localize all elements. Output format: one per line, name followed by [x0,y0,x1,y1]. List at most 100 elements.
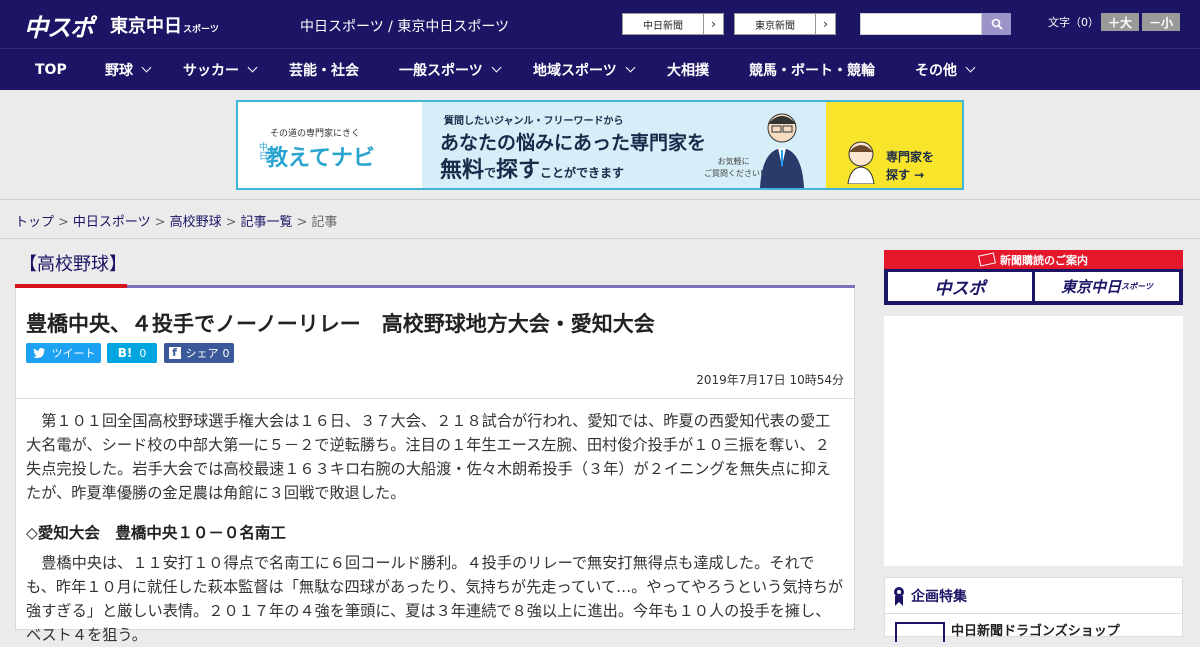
article-date: 2019年7月17日 10時54分 [696,373,844,387]
article-paragraph: 豊橋中央は、１１安打１０得点で名南工に６回コールド勝利。４投手のリレーで無安打無… [26,554,844,644]
breadcrumb-chunichi-sports[interactable]: 中日スポーツ [73,215,151,230]
breadcrumb: トップ > 中日スポーツ > 高校野球 > 記事一覧 > 記事 [15,211,337,230]
nav-item-local-sports[interactable]: 地域スポーツ [533,49,636,90]
chevron-down-icon [491,62,502,73]
font-bigger-button[interactable]: ＋大 [1101,13,1139,31]
nav-item-label: 地域スポーツ [533,62,617,79]
tokyo-tile-label: 東京中日 [1061,278,1122,296]
hatena-bookmark-button[interactable]: B! 0 [107,343,157,363]
sidebar-ad-slot [884,316,1183,566]
breadcrumb-separator: > [58,215,69,230]
breadcrumb-separator: > [225,215,237,230]
chuspo-logo[interactable]: 中スポ [24,8,94,43]
asking-person-illustration [847,141,875,184]
chevron-down-icon [965,62,976,73]
twitter-bird-icon [32,348,45,359]
nav-item-entertainment[interactable]: 芸能・社会 [289,49,359,90]
nav-item-sumo[interactable]: 大相撲 [667,49,709,90]
nav-item-label: 芸能・社会 [289,62,359,79]
banner-line3: 無料で探すことができます [440,152,624,184]
hatena-count: 0 [139,346,147,360]
search-button[interactable] [982,13,1011,35]
breadcrumb-top[interactable]: トップ [15,215,54,230]
nav-item-label: 一般スポーツ [399,62,483,79]
banner-search: 探す [496,158,541,183]
nav-item-baseball[interactable]: 野球 [105,49,152,90]
banner-cta: 専門家を 探す → [886,148,934,184]
nav-item-soccer[interactable]: サッカー [183,49,258,90]
banner-tagline: その道の専門家にきく [270,129,361,139]
font-smaller-button[interactable]: －小 [1142,13,1180,31]
banner-de: で [484,166,497,180]
oshiete-navi-banner[interactable]: その道の専門家にきく 中日 教えてナビ 質問したいジャンル・フリーワードから あ… [236,100,964,190]
facebook-share-label: シェア [185,347,219,360]
nav-item-other[interactable]: その他 [915,49,976,90]
banner-can: ことができます [540,166,625,180]
article-category[interactable]: 【高校野球】 [19,250,127,276]
nav-item-label: 大相撲 [667,62,709,79]
breadcrumb-article-list[interactable]: 記事一覧 [241,215,293,230]
chuspo-subscribe-tile[interactable]: 中スポ [888,272,1032,301]
nav-item-label: その他 [915,62,957,79]
expert-illustration [760,113,804,188]
banner-copy-panel: 質問したいジャンル・フリーワードから あなたの悩みにあった専門家を 無料で探すこ… [422,102,826,188]
banner-line1: 質問したいジャンル・フリーワードから [444,116,624,127]
banner-cta-line1: 専門家を [886,150,935,164]
newspaper-icon [978,252,996,267]
tweet-label: ツイート [51,347,96,360]
article-headline: 豊橋中央、４投手でノーノーリレー 高校野球地方大会・愛知大会 [26,312,655,336]
nav-item-label: TOP [35,61,67,78]
chevron-down-icon [247,62,258,73]
banner-cta-panel[interactable]: 専門家を 探す → [826,102,962,188]
nav-item-label: 野球 [105,62,133,79]
top-header: 中スポ 東京中日スポーツ 中日スポーツ / 東京中日スポーツ 中日新聞 › 東京… [0,0,1200,48]
tokyo-chunichi-subscribe-tile[interactable]: 東京中日 スポーツ [1035,272,1179,301]
article-subheading: ◇愛知大会 豊橋中央１０－０名南工 [26,524,286,542]
banner-logo-panel: その道の専門家にきく 中日 教えてナビ [238,102,422,188]
nav-item-general-sports[interactable]: 一般スポーツ [399,49,502,90]
chevron-right-icon: › [815,14,835,34]
banner-line2: あなたの悩みにあった専門家を [440,132,707,154]
promo-heading-label: 新聞購読のご案内 [1000,253,1088,267]
tokyo-logo-sub: スポーツ [183,25,219,35]
chunichi-shimbun-label: 中日新聞 [643,20,683,32]
nav-item-label: サッカー [183,62,239,79]
breadcrumb-separator: > [154,215,166,230]
breadcrumb-separator: > [296,215,308,230]
tokyo-tile-sub: スポーツ [1121,282,1153,291]
chevron-down-icon [625,62,636,73]
nav-item-top[interactable]: TOP [35,49,67,90]
feature-thumbnail[interactable] [895,622,945,642]
breadcrumb-current: 記事 [311,215,338,230]
chunichi-shimbun-link[interactable]: 中日新聞 › [622,13,724,35]
nav-item-label: 競馬・ボート・競輪 [749,62,875,79]
tokyo-chunichi-logo[interactable]: 東京中日スポーツ [110,12,219,38]
chevron-down-icon [141,62,152,73]
feature-section: 企画特集 中日新聞ドラゴンズショップ [884,577,1183,642]
font-size-label: 文字（0） [1048,16,1099,29]
facebook-icon: f [168,347,181,359]
article-body: 豊橋中央、４投手でノーノーリレー 高校野球地方大会・愛知大会 ツイート B! 0… [15,288,855,644]
hatena-icon: B! [117,346,133,360]
breadcrumb-divider [0,238,1200,239]
banner-free: 無料 [440,158,485,183]
tokyo-shimbun-link[interactable]: 東京新聞 › [734,13,836,35]
article-paragraph: 第１０１回全国高校野球選手権大会は１６日、３７大会、２１８試合が行われ、愛知では… [26,412,831,502]
search-input[interactable] [860,13,982,35]
feature-heading: 企画特集 [885,578,1182,614]
tweet-button[interactable]: ツイート [26,343,101,363]
banner-logo: 教えてナビ [266,146,375,171]
facebook-share-button[interactable]: f シェア 0 [164,343,234,363]
feature-heading-label: 企画特集 [911,588,967,605]
site-title: 中日スポーツ / 東京中日スポーツ [300,19,510,35]
article-divider [16,398,854,399]
tokyo-shimbun-label: 東京新聞 [755,20,795,32]
breadcrumb-high-school-baseball[interactable]: 高校野球 [170,215,222,230]
ribbon-icon [894,586,904,606]
chevron-right-icon: › [703,14,723,34]
subscription-promo[interactable]: 新聞購読のご案内 中スポ 東京中日 スポーツ [884,250,1183,305]
nav-item-keiba[interactable]: 競馬・ボート・競輪 [749,49,875,90]
banner-cta-line2: 探す → [886,168,925,182]
tokyo-logo-text: 東京中日 [110,16,182,37]
search-icon [991,18,1003,30]
